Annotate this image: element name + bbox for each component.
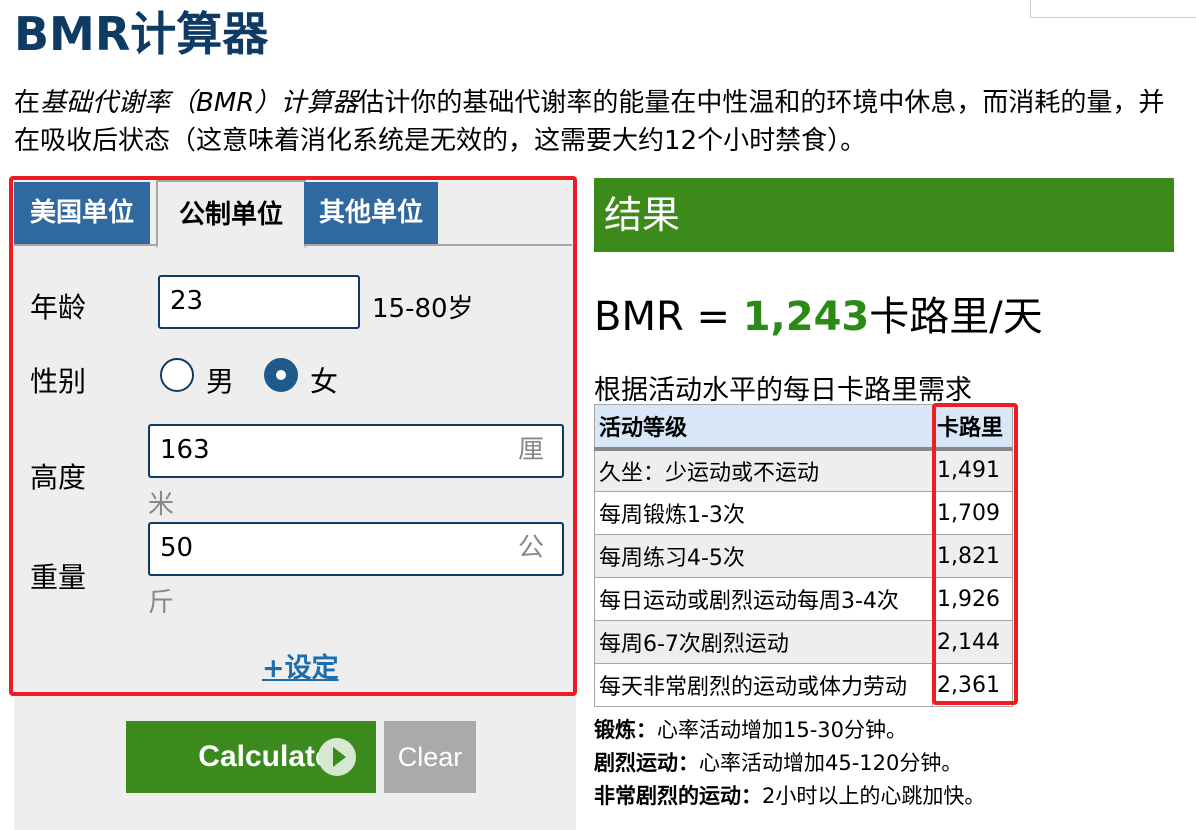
bmr-unit: 卡路里/天 <box>869 294 1043 340</box>
age-input[interactable]: 23 <box>158 275 360 329</box>
table-caption: 根据活动水平的每日卡路里需求 <box>594 375 972 406</box>
table-row: 每周练习4-5次 1,821 <box>594 534 1013 578</box>
gender-female-label[interactable]: 女 <box>310 360 338 400</box>
height-label: 高度 <box>30 461 87 494</box>
height-unit-part1: 厘 <box>517 435 544 465</box>
play-circle-icon <box>318 738 356 776</box>
table-row: 每日运动或剧烈运动每周3-4次 1,926 <box>594 577 1013 621</box>
bmr-value: 1,243 <box>742 294 870 340</box>
row-level: 每日运动或剧烈运动每周3-4次 <box>594 577 933 621</box>
gender-male-radio[interactable] <box>160 358 194 392</box>
row-level: 每周锻炼1-3次 <box>594 491 933 535</box>
gender-label: 性别 <box>30 365 87 398</box>
row-level: 久坐：少运动或不运动 <box>594 448 933 492</box>
row-level: 每周6-7次剧烈运动 <box>594 620 933 664</box>
height-unit-part2: 米 <box>148 490 175 520</box>
age-label: 年龄 <box>30 291 87 324</box>
row-level: 每周练习4-5次 <box>594 534 933 578</box>
tab-metric-units[interactable]: 公制单位 <box>156 180 306 248</box>
column-header-calories: 卡路里 <box>932 404 1013 451</box>
table-row: 久坐：少运动或不运动 1,491 <box>594 448 1013 492</box>
gender-female-radio[interactable] <box>264 358 298 392</box>
weight-label: 重量 <box>30 561 87 594</box>
row-calories: 2,361 <box>932 663 1013 707</box>
row-calories: 1,821 <box>932 534 1013 578</box>
age-hint: 15-80岁 <box>372 294 474 324</box>
table-header-row: 活动等级 卡路里 <box>594 404 1013 451</box>
page-title: BMR计算器 <box>14 7 269 61</box>
intro-prefix: 在 <box>14 88 41 118</box>
weight-input[interactable]: 50 公 <box>148 522 564 576</box>
note-exercise: 锻炼：心率活动增加15-30分钟。 <box>594 718 908 742</box>
height-value: 163 <box>160 435 210 465</box>
tab-us-units[interactable]: 美国单位 <box>14 182 150 244</box>
row-calories: 2,144 <box>932 620 1013 664</box>
settings-link[interactable]: +设定 <box>262 646 339 685</box>
clear-button[interactable]: Clear <box>384 721 476 793</box>
table-row: 每周6-7次剧烈运动 2,144 <box>594 620 1013 664</box>
tab-other-units[interactable]: 其他单位 <box>304 182 438 244</box>
weight-value: 50 <box>160 533 194 563</box>
results-header: 结果 <box>594 178 1174 252</box>
row-calories: 1,926 <box>932 577 1013 621</box>
top-right-box <box>1030 0 1196 18</box>
intro-paragraph: 在基础代谢率（BMR）计算器估计你的基础代谢率的能量在中性温和的环境中休息，而消… <box>14 84 1174 160</box>
height-input[interactable]: 163 厘 <box>148 424 564 478</box>
activity-table: 活动等级 卡路里 久坐：少运动或不运动 1,491 每周锻炼1-3次 1,709… <box>594 404 1013 707</box>
row-calories: 1,709 <box>932 491 1013 535</box>
calculate-button[interactable]: Calculate <box>126 721 376 793</box>
table-row: 每天非常剧烈的运动或体力劳动 2,361 <box>594 663 1013 707</box>
note-very-intense: 非常剧烈的运动：2小时以上的心跳加快。 <box>594 784 986 808</box>
unit-tabs: 美国单位 公制单位 其他单位 <box>14 180 572 248</box>
column-header-level: 活动等级 <box>594 404 933 451</box>
table-row: 每周锻炼1-3次 1,709 <box>594 491 1013 535</box>
calculate-button-label: Calculate <box>198 740 332 773</box>
weight-unit-part1: 公 <box>517 533 544 563</box>
note-intense: 剧烈运动：心率活动增加45-120分钟。 <box>594 751 963 775</box>
row-level: 每天非常剧烈的运动或体力劳动 <box>594 663 933 707</box>
bmr-result: BMR = 1,243卡路里/天 <box>594 284 1043 342</box>
gender-male-label[interactable]: 男 <box>206 360 234 400</box>
bmr-prefix: BMR = <box>594 294 743 340</box>
row-calories: 1,491 <box>932 448 1013 492</box>
weight-unit-part2: 斤 <box>148 588 175 618</box>
intro-calculator-link: 基础代谢率（BMR）计算器 <box>40 88 359 118</box>
activity-notes: 锻炼：心率活动增加15-30分钟。 剧烈运动：心率活动增加45-120分钟。 非… <box>594 714 985 813</box>
